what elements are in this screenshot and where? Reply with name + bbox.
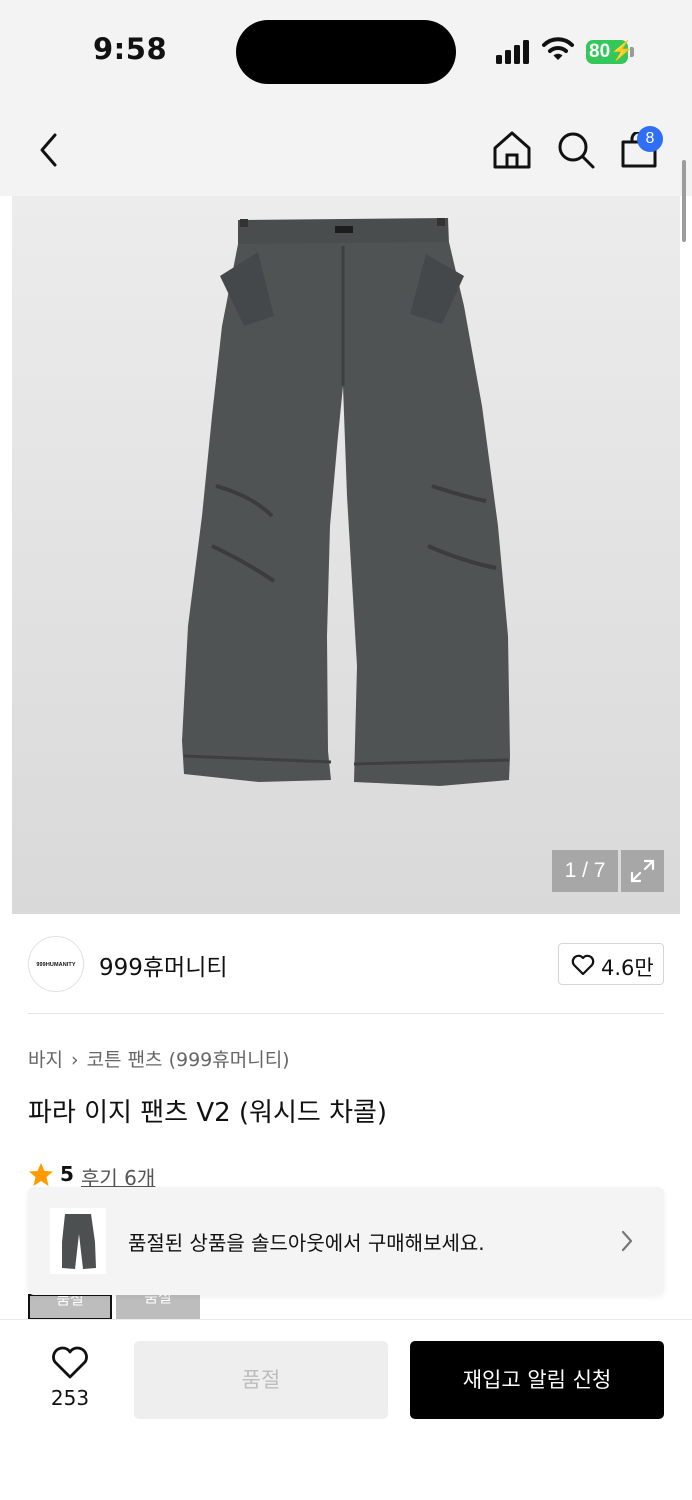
top-nav xyxy=(0,100,692,196)
wish-button[interactable]: 253 xyxy=(38,1344,102,1416)
banner-thumbnail xyxy=(50,1208,106,1274)
back-icon[interactable] xyxy=(36,132,62,168)
breadcrumb: 바지 › 코튼 팬츠 (999휴머니티) xyxy=(28,1045,290,1072)
chevron-right-icon xyxy=(621,1230,633,1252)
star-icon xyxy=(29,1163,53,1186)
cart-count-badge: 8 xyxy=(637,126,663,152)
heart-icon xyxy=(52,1346,88,1379)
brand-logo[interactable]: 999HUMANITY xyxy=(28,936,84,992)
status-time: 9:58 xyxy=(93,32,168,66)
signal-icon xyxy=(496,38,532,64)
brand-like-button[interactable]: 4.6만 xyxy=(558,943,664,985)
option-chip[interactable]: 품절 xyxy=(28,1294,112,1320)
search-icon[interactable] xyxy=(556,130,596,170)
expand-button[interactable] xyxy=(621,850,664,892)
dynamic-island xyxy=(236,20,456,84)
wish-count: 253 xyxy=(50,1386,90,1410)
image-counter: 1 / 7 xyxy=(552,850,618,892)
product-title: 파라 이지 팬츠 V2 (워시드 차콜) xyxy=(28,1098,388,1128)
battery-cap xyxy=(630,47,634,57)
home-icon[interactable] xyxy=(492,130,532,170)
heart-icon xyxy=(571,954,595,976)
expand-icon xyxy=(630,859,655,883)
status-bar: 9:58 80⚡ xyxy=(0,0,692,100)
breadcrumb-subcategory[interactable]: 코튼 팬츠 (999휴머니티) xyxy=(87,1049,290,1071)
banner-text: 품절된 상품을 솔드아웃에서 구매해보세요. xyxy=(128,1231,485,1255)
divider xyxy=(28,1013,664,1014)
battery-icon: 80⚡ xyxy=(586,40,634,64)
product-image[interactable] xyxy=(12,196,680,914)
scrollbar[interactable] xyxy=(682,160,686,242)
option-chip[interactable]: 품절 xyxy=(116,1294,200,1320)
restock-alert-button[interactable]: 재입고 알림 신청 xyxy=(410,1341,664,1419)
brand-like-count: 4.6만 xyxy=(601,956,654,980)
breadcrumb-category[interactable]: 바지 xyxy=(28,1049,63,1071)
wifi-icon xyxy=(542,37,574,60)
chevron-right-icon: › xyxy=(70,1049,79,1071)
soldout-banner[interactable]: 품절된 상품을 솔드아웃에서 구매해보세요. xyxy=(28,1187,664,1295)
pants-image xyxy=(182,218,510,786)
brand-name[interactable]: 999휴머니티 xyxy=(99,948,228,982)
rating-score: 5 xyxy=(60,1162,74,1186)
soldout-button[interactable]: 품절 xyxy=(134,1341,388,1419)
